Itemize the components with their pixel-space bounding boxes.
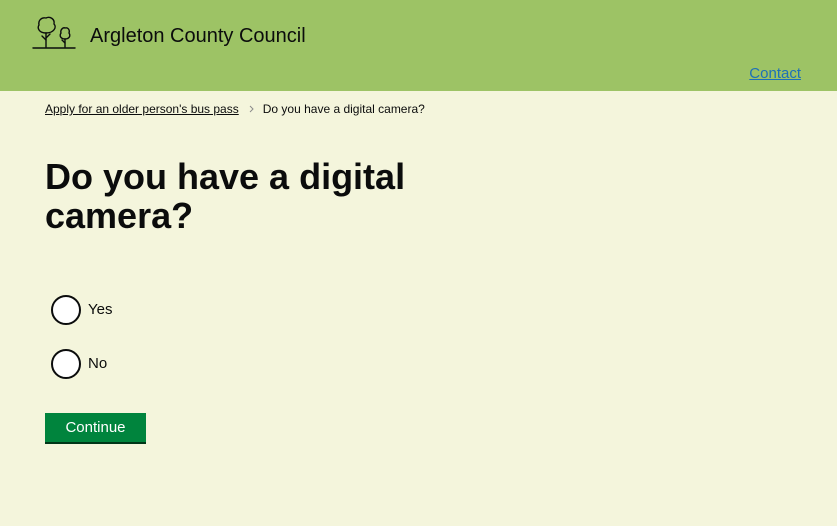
breadcrumb: Apply for an older person's bus pass Do … <box>45 101 425 117</box>
site-name: Argleton County Council <box>90 25 306 47</box>
radio-label-yes[interactable]: Yes <box>88 301 112 319</box>
radio-button-no[interactable] <box>51 348 81 379</box>
contact-link[interactable]: Contact <box>749 65 801 83</box>
chevron-right-icon <box>249 105 254 113</box>
page-title: Do you have a digital camera? <box>45 156 406 236</box>
breadcrumb-current: Do you have a digital camera? <box>262 102 425 116</box>
radio-group-digital-camera: Yes No <box>51 294 112 402</box>
radio-button-yes[interactable] <box>51 294 81 325</box>
radio-label-no[interactable]: No <box>88 355 107 373</box>
trees-icon <box>32 16 76 49</box>
continue-button[interactable]: Continue <box>45 413 146 444</box>
radio-option-yes[interactable]: Yes <box>51 294 112 325</box>
site-header: Argleton County Council Contact <box>0 0 837 91</box>
radio-option-no[interactable]: No <box>51 348 112 379</box>
breadcrumb-link-bus-pass[interactable]: Apply for an older person's bus pass <box>45 101 239 117</box>
